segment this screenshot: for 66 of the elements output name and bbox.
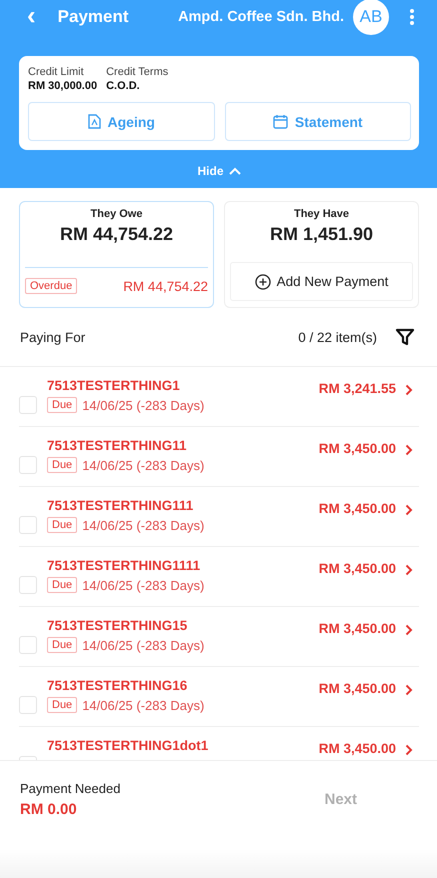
payment-needed-amount: RM 0.00 (20, 801, 78, 818)
chevron-right-icon[interactable] (405, 564, 413, 576)
checkbox[interactable] (19, 696, 37, 714)
due-tag: Due (47, 397, 78, 413)
due-date: 14/06/25 (-283 Days) (82, 398, 204, 412)
field-label: Credit Limit (28, 66, 85, 78)
hide-toggle[interactable]: Hide (193, 162, 244, 180)
paying-for-label: Paying For (20, 330, 86, 344)
invoice-number: 7513TESTERTHING1 (47, 378, 181, 393)
checkbox[interactable] (19, 576, 37, 594)
invoice-amount: RM 3,450.00 (318, 440, 396, 456)
due-tag: Due (47, 577, 78, 593)
more-icon[interactable] (409, 8, 415, 26)
ageing-button[interactable]: Ageing (28, 102, 214, 141)
overdue-amount: RM 44,754.22 (123, 278, 208, 294)
invoice-number: 7513TESTERTHING15 (47, 618, 188, 633)
overdue-tag: Overdue (25, 278, 78, 294)
chevron-right-icon[interactable] (405, 624, 413, 636)
due-tag: Due (47, 457, 78, 473)
card-title: They Owe (90, 208, 142, 220)
field-label: Credit Terms (106, 66, 168, 78)
due-tag: Due (47, 697, 78, 713)
checkbox[interactable] (19, 456, 37, 474)
calendar-icon (272, 114, 288, 129)
chevron-right-icon[interactable] (405, 504, 413, 516)
chevron-right-icon[interactable] (405, 744, 413, 756)
payment-needed-label: Payment Needed (20, 781, 120, 796)
have-amount: RM 1,451.90 (270, 224, 374, 245)
invoice-amount: RM 3,241.55 (318, 380, 396, 396)
invoice-number: 7513TESTERTHING111 (47, 498, 194, 513)
due-date: 14/06/25 (-283 Days) (82, 578, 204, 592)
chevron-right-icon[interactable] (405, 444, 413, 456)
due-date: 14/06/25 (-283 Days) (82, 638, 204, 652)
company-name: Ampd. Coffee Sdn. Bhd. (178, 9, 344, 25)
chevron-right-icon[interactable] (405, 684, 413, 696)
page-title: Payment (58, 7, 129, 27)
invoice-amount: RM 3,450.00 (318, 620, 396, 636)
plus-circle-icon (254, 274, 271, 290)
invoice-amount: RM 3,450.00 (318, 740, 396, 756)
checkbox[interactable] (19, 396, 37, 414)
invoice-number: 7513TESTERTHING16 (47, 678, 188, 693)
add-payment-button[interactable]: Add New Payment (230, 262, 413, 301)
invoice-amount: RM 3,450.00 (318, 680, 396, 696)
invoice-number: 7513TESTERTHING1111 (47, 558, 202, 573)
due-date: 14/06/25 (-283 Days) (82, 458, 204, 472)
due-tag: Due (47, 637, 78, 653)
owe-amount: RM 44,754.22 (60, 224, 174, 245)
due-tag: Due (47, 517, 78, 533)
card-title: They Have (294, 208, 350, 220)
due-date: 14/06/25 (-283 Days) (82, 698, 204, 712)
invoice-amount: RM 3,450.00 (318, 500, 396, 516)
filter-icon[interactable] (395, 327, 415, 347)
chevron-right-icon[interactable] (405, 384, 413, 396)
checkbox[interactable] (19, 516, 37, 534)
avatar[interactable]: AB (353, 0, 389, 35)
field-value: C.O.D. (106, 80, 141, 92)
item-count: 0 / 22 item(s) (298, 330, 377, 344)
invoice-amount: RM 3,450.00 (318, 560, 396, 576)
document-icon (88, 114, 101, 129)
field-value: RM 30,000.00 (28, 80, 98, 92)
due-date: 14/06/25 (-283 Days) (82, 518, 204, 532)
back-button[interactable]: ‹ (19, 2, 46, 32)
statement-button[interactable]: Statement (224, 102, 411, 141)
invoice-number: 7513TESTERTHING1dot1 (47, 738, 208, 753)
checkbox[interactable] (19, 636, 37, 654)
invoice-number: 7513TESTERTHING11 (47, 438, 188, 453)
